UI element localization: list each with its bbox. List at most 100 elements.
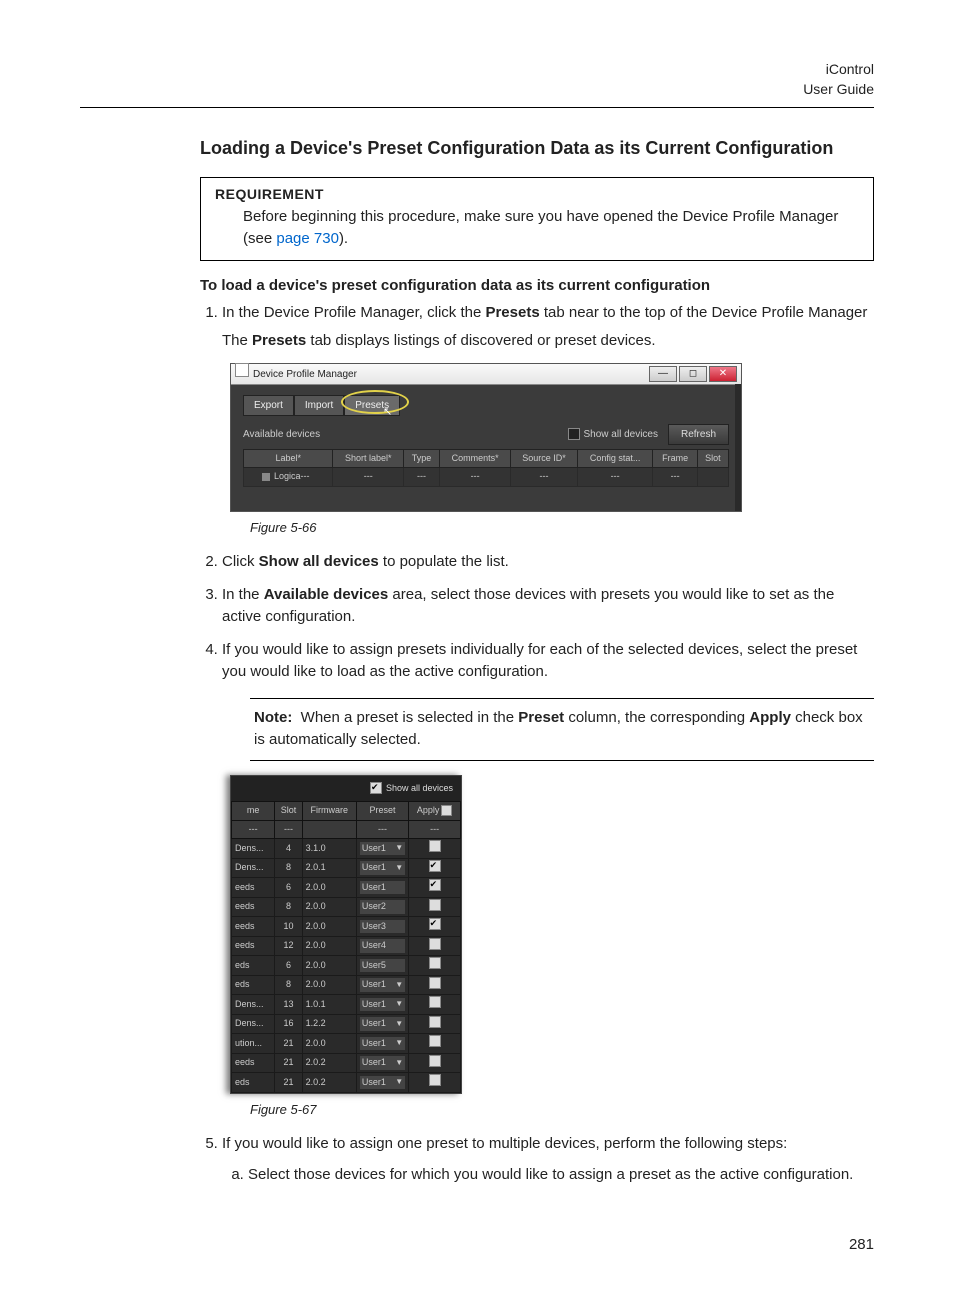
- chevron-down-icon: ▼: [395, 1018, 403, 1030]
- apply-checkbox[interactable]: [429, 918, 441, 930]
- table-row[interactable]: eeds62.0.0User1: [232, 878, 461, 898]
- page-link[interactable]: page 730: [276, 230, 339, 247]
- step-2: Click Show all devices to populate the l…: [222, 551, 874, 574]
- window-titlebar: Device Profile Manager — ◻ ✕: [231, 364, 741, 385]
- table-row[interactable]: eds212.0.2User1▼: [232, 1073, 461, 1093]
- step-3: In the Available devices area, select th…: [222, 584, 874, 629]
- tab-row: Export Import Presets: [243, 395, 741, 416]
- apply-checkbox[interactable]: [429, 957, 441, 969]
- apply-header-checkbox[interactable]: [441, 805, 452, 816]
- show-all-devices-checkbox-2[interactable]: Show all devices: [370, 783, 453, 793]
- col-firmware[interactable]: Firmware: [302, 802, 356, 821]
- preset-dropdown[interactable]: User1▼: [360, 1017, 405, 1031]
- apply-checkbox[interactable]: [429, 938, 441, 950]
- app-icon: [235, 363, 249, 377]
- table-row[interactable]: Dens...43.1.0User1▼: [232, 839, 461, 859]
- chevron-down-icon: ▼: [395, 862, 403, 874]
- preset-dropdown[interactable]: User1: [360, 881, 405, 895]
- doc-type: User Guide: [80, 80, 874, 100]
- col-preset[interactable]: Preset: [356, 802, 408, 821]
- col-config-stat[interactable]: Config stat...: [577, 449, 653, 468]
- chevron-down-icon: ▼: [395, 1076, 403, 1088]
- apply-checkbox[interactable]: [429, 860, 441, 872]
- apply-checkbox[interactable]: [429, 840, 441, 852]
- table-row[interactable]: eeds82.0.0User2: [232, 897, 461, 917]
- preset-dropdown[interactable]: User1▼: [360, 978, 405, 992]
- table-row[interactable]: Dens...161.2.2User1▼: [232, 1014, 461, 1034]
- table-row[interactable]: Dens...131.0.1User1▼: [232, 995, 461, 1015]
- preset-dropdown[interactable]: User1▼: [360, 1076, 405, 1090]
- chevron-down-icon: ▼: [395, 998, 403, 1010]
- steps-list: In the Device Profile Manager, click the…: [200, 302, 874, 1187]
- apply-checkbox[interactable]: [429, 977, 441, 989]
- scrollbar[interactable]: [735, 384, 741, 511]
- table-row[interactable]: eeds102.0.0User3: [232, 917, 461, 937]
- step-5a: Select those devices for which you would…: [248, 1164, 874, 1187]
- col-type[interactable]: Type: [403, 449, 439, 468]
- preset-dropdown[interactable]: User1▼: [360, 842, 405, 856]
- preset-dropdown[interactable]: User4: [360, 939, 405, 953]
- figure-5-67-caption: Figure 5-67: [250, 1100, 874, 1120]
- table-row[interactable]: Logica--- ------------------: [244, 468, 729, 487]
- window-title: Device Profile Manager: [253, 369, 357, 380]
- table-row[interactable]: eds82.0.0User1▼: [232, 975, 461, 995]
- tree-node-icon: [262, 473, 270, 481]
- table-row[interactable]: ution...212.0.0User1▼: [232, 1034, 461, 1054]
- apply-checkbox[interactable]: [429, 1035, 441, 1047]
- section-title: Loading a Device's Preset Configuration …: [200, 138, 874, 159]
- apply-checkbox[interactable]: [429, 879, 441, 891]
- col-label[interactable]: Label*: [244, 449, 333, 468]
- tab-import[interactable]: Import: [294, 395, 344, 416]
- preset-dropdown[interactable]: User1▼: [360, 861, 405, 875]
- show-all-devices-checkbox[interactable]: Show all devices: [568, 427, 658, 442]
- table-row[interactable]: Dens...82.0.1User1▼: [232, 858, 461, 878]
- tab-export[interactable]: Export: [243, 395, 294, 416]
- col-slot[interactable]: Slot: [697, 449, 728, 468]
- col-name[interactable]: me: [232, 802, 275, 821]
- col-short-label[interactable]: Short label*: [333, 449, 403, 468]
- figure-5-67: Show all devices me Slot Firmware Preset…: [230, 775, 462, 1094]
- requirement-text: Before beginning this procedure, make su…: [243, 206, 859, 250]
- step-1: In the Device Profile Manager, click the…: [222, 302, 874, 538]
- table-row[interactable]: eeds122.0.0User4: [232, 936, 461, 956]
- page-header: iControl User Guide: [80, 60, 874, 99]
- figure-5-66: Device Profile Manager — ◻ ✕ Export Impo…: [230, 363, 742, 512]
- apply-checkbox[interactable]: [429, 1074, 441, 1086]
- apply-checkbox[interactable]: [429, 1055, 441, 1067]
- apply-checkbox[interactable]: [429, 1016, 441, 1028]
- page-number: 281: [80, 1236, 874, 1253]
- preset-dropdown[interactable]: User5: [360, 959, 405, 973]
- table-row[interactable]: eds62.0.0User5: [232, 956, 461, 976]
- col-comments[interactable]: Comments*: [440, 449, 511, 468]
- preset-table: me Slot Firmware Preset Apply ----------…: [231, 801, 461, 1093]
- product-name: iControl: [80, 60, 874, 80]
- procedure-subhead: To load a device's preset configuration …: [200, 277, 874, 294]
- minimize-button[interactable]: —: [649, 366, 677, 382]
- requirement-box: REQUIREMENT Before beginning this proced…: [200, 177, 874, 261]
- apply-checkbox[interactable]: [429, 996, 441, 1008]
- apply-checkbox[interactable]: [429, 899, 441, 911]
- step-4: If you would like to assign presets indi…: [222, 639, 874, 1120]
- devices-table: Label* Short label* Type Comments* Sourc…: [243, 449, 729, 487]
- close-button[interactable]: ✕: [709, 366, 737, 382]
- step-5: If you would like to assign one preset t…: [222, 1133, 874, 1186]
- preset-dropdown[interactable]: User1▼: [360, 1037, 405, 1051]
- chevron-down-icon: ▼: [395, 979, 403, 991]
- preset-dropdown[interactable]: User3: [360, 920, 405, 934]
- col-frame[interactable]: Frame: [653, 449, 697, 468]
- requirement-label: REQUIREMENT: [215, 186, 859, 202]
- chevron-down-icon: ▼: [395, 1037, 403, 1049]
- table-row[interactable]: eeds212.0.2User1▼: [232, 1053, 461, 1073]
- refresh-button[interactable]: Refresh: [668, 424, 729, 445]
- header-rule: [80, 107, 874, 108]
- preset-dropdown[interactable]: User2: [360, 900, 405, 914]
- col-apply[interactable]: Apply: [409, 802, 461, 821]
- chevron-down-icon: ▼: [395, 1057, 403, 1069]
- preset-dropdown[interactable]: User1▼: [360, 998, 405, 1012]
- preset-dropdown[interactable]: User1▼: [360, 1056, 405, 1070]
- cursor-icon: ↖: [383, 404, 392, 421]
- chevron-down-icon: ▼: [395, 842, 403, 854]
- col-source-id[interactable]: Source ID*: [511, 449, 578, 468]
- col-slot-2[interactable]: Slot: [275, 802, 302, 821]
- maximize-button[interactable]: ◻: [679, 366, 707, 382]
